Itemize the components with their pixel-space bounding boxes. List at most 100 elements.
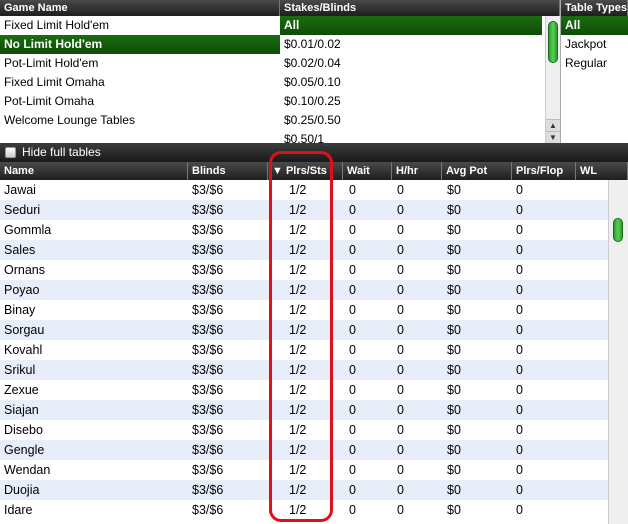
hide-full-tables-checkbox[interactable]	[5, 147, 16, 158]
cell-name: Binay	[4, 303, 36, 317]
cell-blinds: $3/$6	[192, 363, 224, 377]
stakes-scrollbar[interactable]: ▲ ▼	[545, 16, 560, 143]
cell-wait: 0	[349, 183, 356, 197]
table-row[interactable]: Gommla $3/$6 1/2 0 0 $0 0	[0, 220, 608, 240]
cell-plrs-flop: 0	[516, 263, 523, 277]
table-row[interactable]: Gengle $3/$6 1/2 0 0 $0 0	[0, 440, 608, 460]
column-header-hands-per-hour[interactable]: H/hr	[392, 162, 442, 180]
cell-name: Duojia	[4, 483, 40, 497]
column-header-plrs-flop[interactable]: Plrs/Flop	[512, 162, 576, 180]
stakes-list-item[interactable]: $0.25/0.50	[280, 111, 542, 130]
cell-name: Gommla	[4, 223, 52, 237]
game-name-list-item[interactable]: No Limit Hold'em	[0, 35, 280, 54]
table-row[interactable]: Disebo $3/$6 1/2 0 0 $0 0	[0, 420, 608, 440]
cell-avg-pot: $0	[447, 223, 461, 237]
cell-wait: 0	[349, 323, 356, 337]
table-row[interactable]: Duojia $3/$6 1/2 0 0 $0 0	[0, 480, 608, 500]
cell-blinds: $3/$6	[192, 423, 224, 437]
cell-plrs-sts: 1/2	[289, 343, 307, 357]
cell-hands-per-hour: 0	[397, 383, 404, 397]
table-types-list-item[interactable]: All	[561, 16, 628, 35]
table-types-header[interactable]: Table Types	[561, 0, 628, 16]
cell-blinds: $3/$6	[192, 483, 224, 497]
table-row[interactable]: Siajan $3/$6 1/2 0 0 $0 0	[0, 400, 608, 420]
cell-avg-pot: $0	[447, 343, 461, 357]
stakes-list-item[interactable]: $0.01/0.02	[280, 35, 542, 54]
cell-blinds: $3/$6	[192, 183, 224, 197]
cell-blinds: $3/$6	[192, 463, 224, 477]
table-row[interactable]: Srikul $3/$6 1/2 0 0 $0 0	[0, 360, 608, 380]
game-name-list-item[interactable]: Pot-Limit Hold'em	[0, 54, 280, 73]
cell-wait: 0	[349, 343, 356, 357]
cell-wait: 0	[349, 243, 356, 257]
cell-plrs-flop: 0	[516, 443, 523, 457]
stakes-list-item[interactable]: $0.05/0.10	[280, 73, 542, 92]
cell-avg-pot: $0	[447, 483, 461, 497]
cell-avg-pot: $0	[447, 383, 461, 397]
game-name-list-item[interactable]: Fixed Limit Hold'em	[0, 16, 280, 35]
cell-blinds: $3/$6	[192, 343, 224, 357]
game-name-header[interactable]: Game Name	[0, 0, 280, 16]
cell-blinds: $3/$6	[192, 443, 224, 457]
cell-wait: 0	[349, 363, 356, 377]
column-header-name[interactable]: Name	[0, 162, 188, 180]
table-row[interactable]: Seduri $3/$6 1/2 0 0 $0 0	[0, 200, 608, 220]
column-header-blinds[interactable]: Blinds	[188, 162, 268, 180]
stakes-header[interactable]: Stakes/Blinds	[280, 0, 560, 16]
table-types-list-item[interactable]: Jackpot	[561, 35, 628, 54]
cell-blinds: $3/$6	[192, 503, 224, 517]
game-name-list-item[interactable]: Pot-Limit Omaha	[0, 92, 280, 111]
table-row[interactable]: Kovahl $3/$6 1/2 0 0 $0 0	[0, 340, 608, 360]
table-row[interactable]: Ornans $3/$6 1/2 0 0 $0 0	[0, 260, 608, 280]
stakes-list-item[interactable]: $0.50/1	[280, 130, 542, 143]
cell-avg-pot: $0	[447, 183, 461, 197]
cell-wait: 0	[349, 503, 356, 517]
table-row[interactable]: Poyao $3/$6 1/2 0 0 $0 0	[0, 280, 608, 300]
game-name-list-item[interactable]: Fixed Limit Omaha	[0, 73, 280, 92]
cell-hands-per-hour: 0	[397, 483, 404, 497]
stakes-list-item[interactable]: All	[280, 16, 542, 35]
table-row[interactable]: Zexue $3/$6 1/2 0 0 $0 0	[0, 380, 608, 400]
table-column-header: Name Blinds ▼ Plrs/Sts Wait H/hr Avg Pot Plrs/…	[0, 162, 628, 180]
stakes-list-item[interactable]: $0.10/0.25	[280, 92, 542, 111]
table-scroll-thumb[interactable]	[613, 218, 623, 242]
cell-blinds: $3/$6	[192, 403, 224, 417]
stakes-scroll-down-icon[interactable]: ▼	[546, 131, 560, 143]
table-scrollbar[interactable]	[608, 180, 628, 524]
cell-plrs-flop: 0	[516, 463, 523, 477]
cell-wait: 0	[349, 463, 356, 477]
cell-avg-pot: $0	[447, 243, 461, 257]
cell-avg-pot: $0	[447, 503, 461, 517]
cell-wait: 0	[349, 423, 356, 437]
stakes-list-item[interactable]: $0.02/0.04	[280, 54, 542, 73]
hide-full-tables-label[interactable]: Hide full tables	[22, 143, 101, 162]
cell-plrs-sts: 1/2	[289, 323, 307, 337]
stakes-scroll-thumb[interactable]	[548, 21, 558, 63]
cell-plrs-flop: 0	[516, 243, 523, 257]
cell-blinds: $3/$6	[192, 223, 224, 237]
cell-plrs-sts: 1/2	[289, 183, 307, 197]
cell-plrs-flop: 0	[516, 203, 523, 217]
cell-wait: 0	[349, 483, 356, 497]
column-header-plrs-sts[interactable]: ▼ Plrs/Sts	[268, 162, 343, 180]
cell-blinds: $3/$6	[192, 263, 224, 277]
table-row[interactable]: Jawai $3/$6 1/2 0 0 $0 0	[0, 180, 608, 200]
cell-name: Siajan	[4, 403, 39, 417]
cell-wait: 0	[349, 443, 356, 457]
table-types-list-item[interactable]: Regular	[561, 54, 628, 73]
table-row[interactable]: Wendan $3/$6 1/2 0 0 $0 0	[0, 460, 608, 480]
cell-plrs-sts: 1/2	[289, 503, 307, 517]
table-row[interactable]: Sorgau $3/$6 1/2 0 0 $0 0	[0, 320, 608, 340]
column-header-avg-pot[interactable]: Avg Pot	[442, 162, 512, 180]
table-row[interactable]: Sales $3/$6 1/2 0 0 $0 0	[0, 240, 608, 260]
cell-name: Poyao	[4, 283, 40, 297]
cell-hands-per-hour: 0	[397, 203, 404, 217]
cell-hands-per-hour: 0	[397, 403, 404, 417]
game-name-list-item[interactable]: Welcome Lounge Tables	[0, 111, 280, 130]
table-row[interactable]: Binay $3/$6 1/2 0 0 $0 0	[0, 300, 608, 320]
table-row[interactable]: Idare $3/$6 1/2 0 0 $0 0	[0, 500, 608, 520]
column-header-wait[interactable]: Wait	[343, 162, 392, 180]
column-header-wl[interactable]: WL	[576, 162, 628, 180]
cell-avg-pot: $0	[447, 303, 461, 317]
cell-plrs-sts: 1/2	[289, 383, 307, 397]
